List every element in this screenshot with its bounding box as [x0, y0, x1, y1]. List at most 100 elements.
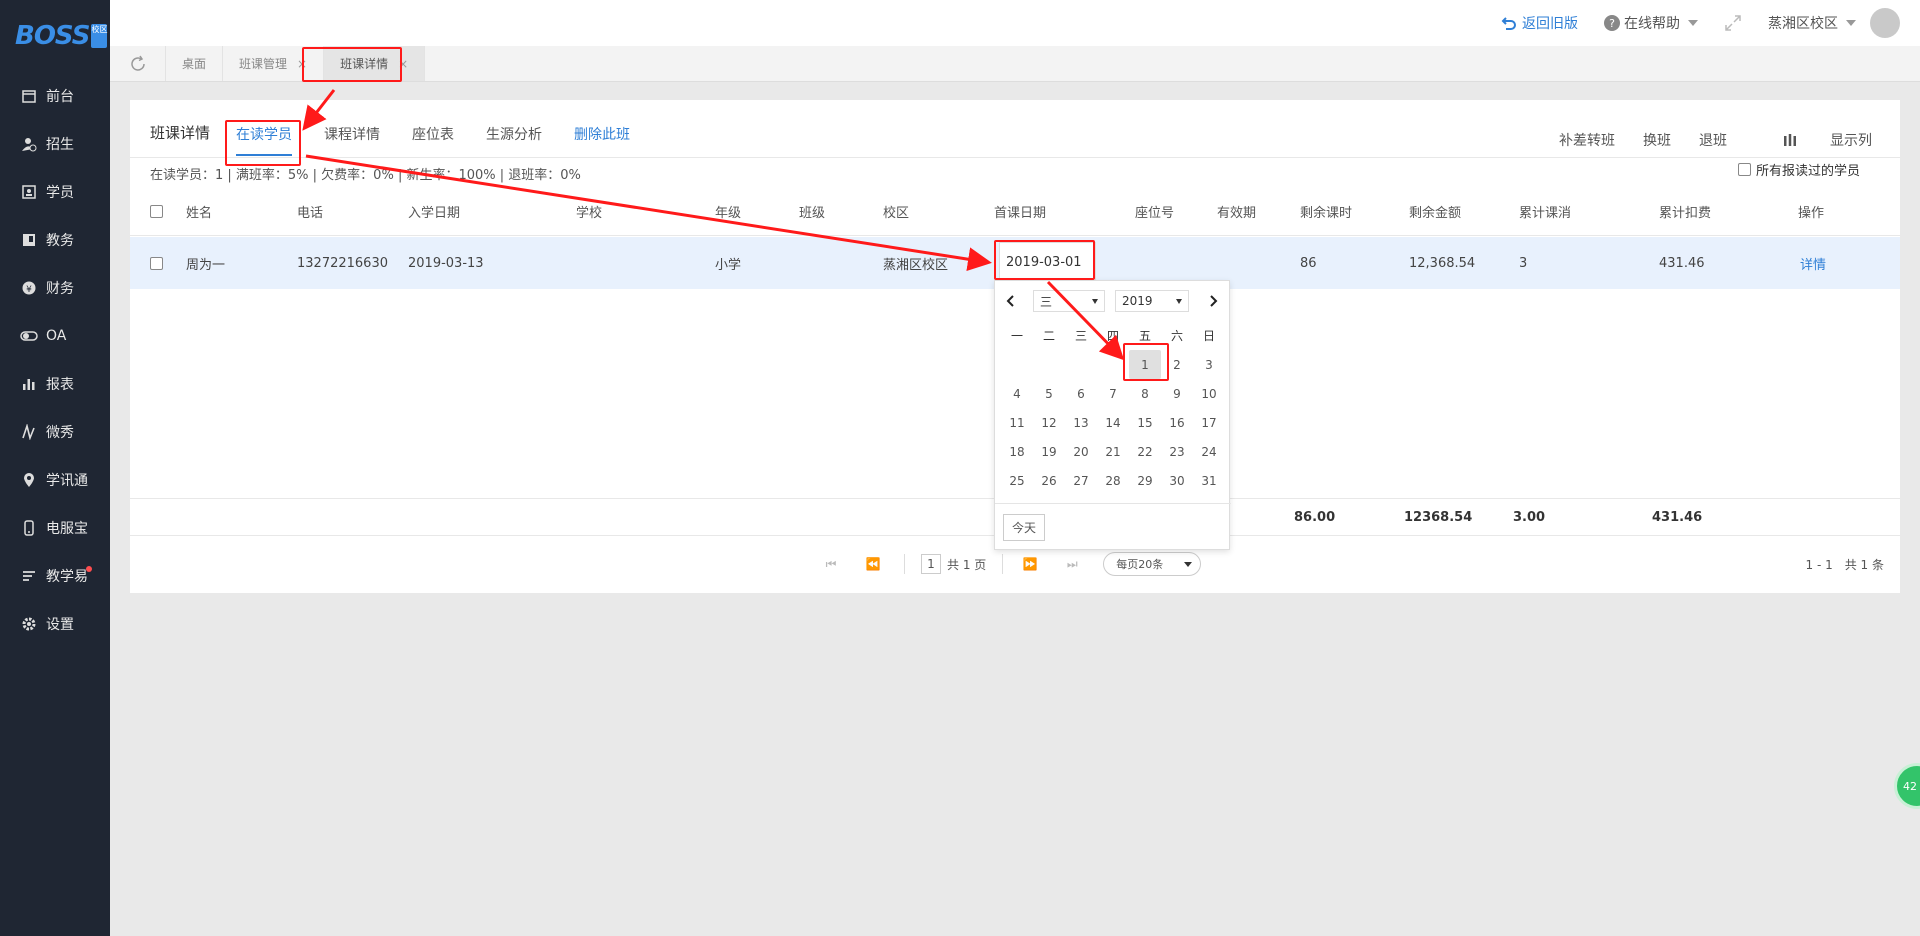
close-icon[interactable]: × [398, 57, 408, 71]
calendar-day[interactable]: 4 [1001, 379, 1033, 408]
year-select[interactable]: 2019 [1115, 290, 1189, 312]
calendar-day[interactable]: 15 [1129, 408, 1161, 437]
calendar-day[interactable]: 13 [1065, 408, 1097, 437]
calendar-day[interactable]: 14 [1097, 408, 1129, 437]
month-select[interactable]: 三 [1033, 290, 1105, 312]
tab-seat-chart[interactable]: 座位表 [412, 124, 454, 156]
withdraw-button[interactable]: 退班 [1699, 130, 1727, 150]
calendar-day[interactable]: 27 [1065, 466, 1097, 495]
sidebar-item-5[interactable]: OA [0, 312, 110, 360]
calendar-day[interactable]: 20 [1065, 437, 1097, 466]
calendar-day[interactable]: 2 [1161, 350, 1193, 379]
change-class-button[interactable]: 换班 [1643, 130, 1671, 150]
tab-course-detail[interactable]: 课程详情 [324, 124, 380, 156]
col-header-seat[interactable]: 座位号 [1135, 188, 1174, 235]
calendar-day[interactable]: 23 [1161, 437, 1193, 466]
sidebar-item-7[interactable]: 微秀 [0, 408, 110, 456]
calendar-day[interactable]: 7 [1097, 379, 1129, 408]
col-header-deducted[interactable]: 累计扣费 [1659, 188, 1711, 235]
calendar-day[interactable]: 28 [1097, 466, 1129, 495]
calendar-day[interactable]: 12 [1033, 408, 1065, 437]
calendar-day[interactable]: 16 [1161, 408, 1193, 437]
calendar-day[interactable]: 25 [1001, 466, 1033, 495]
help-icon: ? [1604, 15, 1620, 31]
sidebar-item-3[interactable]: 教务 [0, 216, 110, 264]
refresh-button[interactable] [110, 46, 166, 81]
select-all-checkbox[interactable] [150, 205, 163, 218]
calendar-day[interactable]: 3 [1193, 350, 1225, 379]
week-row: 4 5 6 7 8 9 10 [1001, 379, 1225, 408]
week-row: 18 19 20 21 22 23 24 [1001, 437, 1225, 466]
calendar-day[interactable]: 8 [1129, 379, 1161, 408]
cell-grade: 小学 [715, 257, 742, 273]
sidebar-item-10[interactable]: 教学易 [0, 552, 110, 600]
col-header-campus[interactable]: 校区 [883, 188, 909, 235]
calendar-day[interactable]: 6 [1065, 379, 1097, 408]
col-header-first-lesson[interactable]: 首课日期 [994, 188, 1046, 235]
logo[interactable]: BOSS 校区 [0, 0, 110, 72]
sidebar-item-11[interactable]: 设置 [0, 600, 110, 648]
sidebar-item-6[interactable]: 报表 [0, 360, 110, 408]
sidebar-item-1[interactable]: 招生 [0, 120, 110, 168]
col-header-remaining-amount[interactable]: 剩余金额 [1409, 188, 1461, 235]
col-header-remaining-hours[interactable]: 剩余课时 [1300, 188, 1352, 235]
sidebar-item-2[interactable]: 学员 [0, 168, 110, 216]
close-icon[interactable]: × [297, 57, 307, 71]
prev-month-icon[interactable] [1001, 291, 1021, 311]
sidebar-item-0[interactable]: 前台 [0, 72, 110, 120]
row-checkbox[interactable] [150, 256, 163, 270]
calendar-day[interactable]: 5 [1033, 379, 1065, 408]
tab-desktop[interactable]: 桌面 [166, 46, 224, 81]
first-lesson-date-input[interactable]: 2019-03-01 [999, 242, 1096, 282]
calendar-day[interactable]: 26 [1033, 466, 1065, 495]
avatar[interactable] [1870, 8, 1900, 38]
prev-page-button[interactable]: ⏪ [862, 553, 884, 575]
col-header-validity[interactable]: 有效期 [1217, 188, 1256, 235]
show-columns-button[interactable]: 显示列 [1755, 130, 1872, 150]
calendar-day[interactable]: 24 [1193, 437, 1225, 466]
calendar-day[interactable]: 18 [1001, 437, 1033, 466]
calendar-day[interactable]: 1 [1129, 350, 1161, 379]
detail-link[interactable]: 详情 [1800, 237, 1826, 289]
calendar-day[interactable]: 22 [1129, 437, 1161, 466]
calendar-day[interactable]: 21 [1097, 437, 1129, 466]
col-header-phone[interactable]: 电话 [297, 188, 323, 235]
tab-class-detail[interactable]: 班课详情 × [324, 46, 426, 81]
calendar-day[interactable]: 30 [1161, 466, 1193, 495]
campus-dropdown[interactable]: 蒸湘区校区 [1768, 13, 1856, 33]
col-header-enroll-date[interactable]: 入学日期 [408, 188, 460, 235]
page-size-select[interactable]: 每页20条 [1103, 552, 1202, 576]
delete-class-link[interactable]: 删除此班 [574, 124, 630, 156]
col-header-class[interactable]: 班级 [799, 188, 825, 235]
fullscreen-button[interactable] [1724, 14, 1742, 32]
transfer-class-button[interactable]: 补差转班 [1559, 130, 1615, 150]
calendar-day[interactable]: 19 [1033, 437, 1065, 466]
floating-badge[interactable]: 42 [1894, 763, 1920, 809]
back-to-old-version-link[interactable]: 返回旧版 [1501, 13, 1578, 33]
today-button[interactable]: 今天 [1003, 514, 1046, 541]
last-page-button[interactable]: ⏭ [1061, 553, 1083, 575]
col-header-grade[interactable]: 年级 [715, 188, 741, 235]
calendar-day[interactable]: 31 [1193, 466, 1225, 495]
tab-class-management[interactable]: 班课管理 × [223, 46, 325, 81]
next-month-icon[interactable] [1203, 291, 1223, 311]
sidebar-item-9[interactable]: 电服宝 [0, 504, 110, 552]
page-number-input[interactable]: 1 [921, 554, 941, 574]
calendar-day[interactable]: 29 [1129, 466, 1161, 495]
col-header-consumed[interactable]: 累计课消 [1519, 188, 1571, 235]
col-header-name[interactable]: 姓名 [186, 188, 212, 235]
first-page-button[interactable]: ⏮ [820, 553, 842, 575]
calendar-day[interactable]: 10 [1193, 379, 1225, 408]
calendar-day[interactable]: 17 [1193, 408, 1225, 437]
tab-enrolled-students[interactable]: 在读学员 [236, 124, 292, 156]
all-students-checkbox[interactable] [1737, 163, 1751, 176]
calendar-day[interactable]: 9 [1161, 379, 1193, 408]
tab-source-analysis[interactable]: 生源分析 [486, 124, 542, 156]
online-help-dropdown[interactable]: ? 在线帮助 [1604, 13, 1698, 33]
col-header-school[interactable]: 学校 [576, 188, 602, 235]
sidebar-item-8[interactable]: 学讯通 [0, 456, 110, 504]
all-students-filter[interactable]: 所有报读过的学员 [1737, 160, 1860, 179]
next-page-button[interactable]: ⏩ [1019, 553, 1041, 575]
sidebar-item-4[interactable]: ¥ 财务 [0, 264, 110, 312]
calendar-day[interactable]: 11 [1001, 408, 1033, 437]
